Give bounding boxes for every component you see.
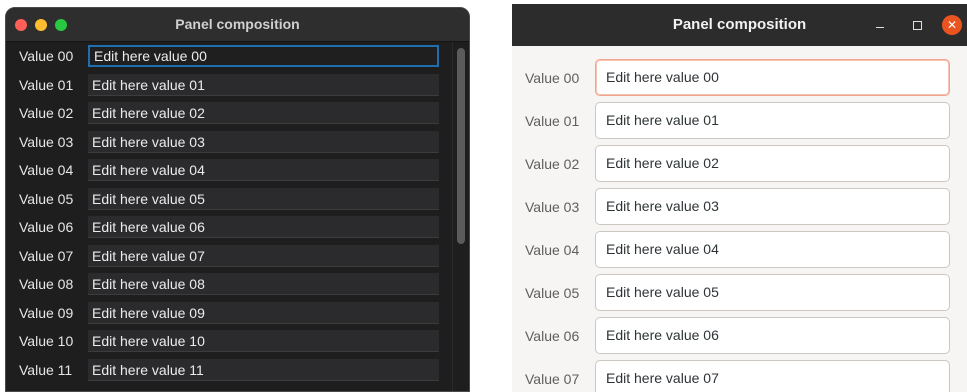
scrollbar-thumb[interactable] — [457, 48, 465, 244]
value-input[interactable]: Edit here value 01 — [595, 102, 950, 139]
field-label: Value 04 — [525, 242, 580, 258]
value-input[interactable]: Edit here value 02 — [595, 145, 950, 182]
field-label: Value 01 — [19, 76, 74, 93]
field-label: Value 02 — [19, 105, 74, 121]
value-input[interactable]: Edit here value 05 — [88, 187, 439, 210]
mac-titlebar: Panel composition — [6, 8, 469, 42]
value-input[interactable]: Edit here value 09 — [88, 301, 439, 324]
window-title: Panel composition — [672, 16, 807, 33]
field-label: Value 00 — [19, 48, 74, 64]
window-title: Panel composition — [175, 16, 300, 32]
value-input[interactable]: Edit here value 02 — [88, 102, 439, 124]
field-label: Value 06 — [19, 219, 74, 235]
minimize-icon[interactable] — [870, 15, 890, 35]
close-icon[interactable]: ✕ — [942, 15, 962, 35]
value-input[interactable]: Edit here value 06 — [595, 317, 950, 354]
value-input[interactable]: Edit here value 00 — [88, 45, 439, 67]
value-input[interactable]: Edit here value 10 — [88, 330, 439, 352]
gtk-window: Panel composition ✕ Value 00 Edit here v… — [512, 4, 967, 392]
field-label: Value 03 — [525, 199, 580, 215]
field-label: Value 10 — [19, 333, 74, 349]
field-label: Value 07 — [525, 371, 580, 387]
field-label: Value 02 — [525, 156, 580, 172]
value-input[interactable]: Edit here value 03 — [88, 130, 439, 153]
value-input[interactable]: Edit here value 06 — [88, 216, 439, 238]
value-input[interactable]: Edit here value 08 — [88, 273, 439, 295]
field-label: Value 05 — [19, 190, 74, 207]
mac-window: Panel composition Value 00 Edit here val… — [5, 7, 470, 392]
field-label: Value 06 — [525, 328, 580, 344]
value-input[interactable]: Edit here value 03 — [595, 188, 950, 225]
value-input[interactable]: Edit here value 00 — [595, 59, 950, 96]
value-input[interactable]: Edit here value 04 — [88, 159, 439, 181]
value-input[interactable]: Edit here value 01 — [88, 73, 439, 96]
field-label: Value 01 — [525, 113, 580, 129]
field-label: Value 05 — [525, 285, 580, 301]
value-input[interactable]: Edit here value 07 — [88, 244, 439, 267]
field-label: Value 11 — [19, 361, 73, 378]
field-label: Value 07 — [19, 247, 74, 264]
field-label: Value 08 — [19, 276, 74, 292]
maximize-icon[interactable] — [907, 15, 927, 35]
field-label: Value 00 — [525, 70, 580, 86]
value-input[interactable]: Edit here value 11 — [88, 358, 439, 381]
field-label: Value 04 — [19, 162, 74, 178]
field-label: Value 03 — [19, 133, 74, 150]
value-input[interactable]: Edit here value 05 — [595, 274, 950, 311]
value-input[interactable]: Edit here value 07 — [595, 360, 950, 392]
value-input[interactable]: Edit here value 04 — [595, 231, 950, 268]
mac-form-panel: Value 00 Edit here value 00 Value 01 Edi… — [6, 42, 469, 391]
field-label: Value 09 — [19, 304, 74, 321]
gtk-titlebar: Panel composition ✕ — [512, 4, 967, 46]
